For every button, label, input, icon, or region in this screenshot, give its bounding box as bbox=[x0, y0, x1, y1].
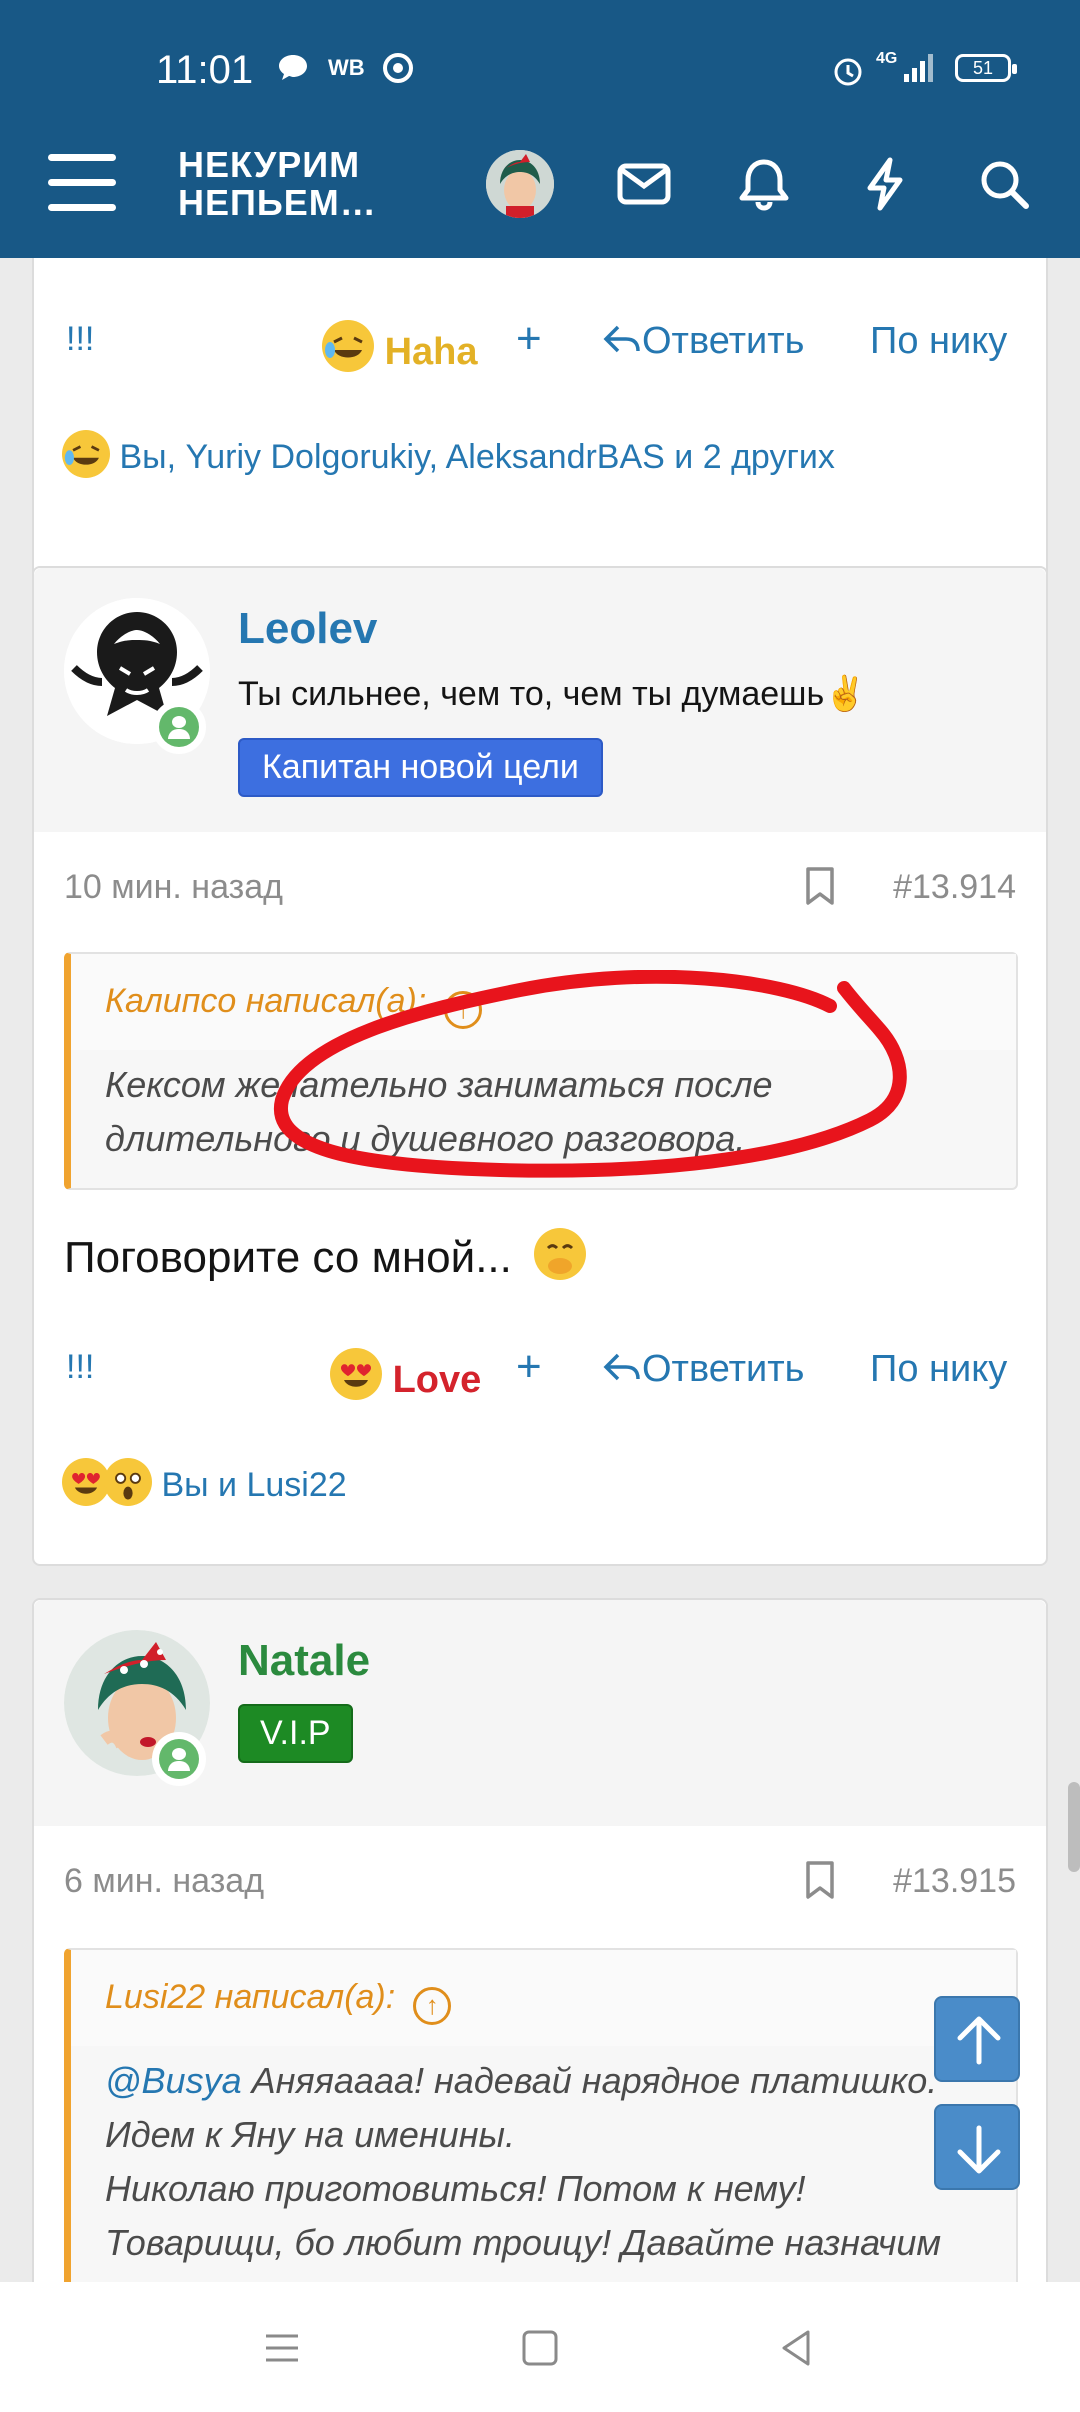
home-icon[interactable] bbox=[520, 2328, 560, 2368]
username[interactable]: Natale bbox=[238, 1636, 370, 1686]
quote-line-4: Товарищи, бо любит троицу! Давайте назна… bbox=[105, 2222, 942, 2263]
heart-eyes-emoji-icon bbox=[330, 1348, 382, 1400]
wb-icon: WB bbox=[328, 55, 365, 80]
reactions-summary[interactable]: Вы и Lusi22 bbox=[62, 1458, 347, 1506]
red-annotation-scribble bbox=[273, 970, 907, 1178]
add-reaction-button[interactable]: + bbox=[516, 314, 542, 364]
nav-bar: НЕКУРИМ НЕПЬЕМ… bbox=[0, 130, 1080, 258]
recent-apps-icon[interactable] bbox=[262, 2328, 302, 2368]
system-nav-bar bbox=[0, 2282, 1080, 2412]
reactions-text: Вы и Lusi22 bbox=[161, 1466, 347, 1504]
app-header: 11:01 WB 4G 51 НЕКУРИМ НЕПЬЕМ… bbox=[0, 0, 1080, 258]
status-bar: 11:01 WB 4G 51 bbox=[0, 0, 1080, 130]
reply-button[interactable]: Ответить bbox=[602, 1348, 804, 1391]
status-time: 11:01 bbox=[156, 48, 254, 92]
hand-over-mouth-emoji-icon bbox=[534, 1228, 587, 1280]
bang-button[interactable]: !!! bbox=[66, 1348, 94, 1387]
scroll-down-button[interactable] bbox=[934, 2104, 1020, 2190]
alarm-icon bbox=[830, 52, 866, 95]
post-number[interactable]: #13.915 bbox=[893, 1862, 1016, 1901]
post-actions: !!! Love + Ответить По нику bbox=[34, 1342, 1046, 1408]
search-icon[interactable] bbox=[976, 156, 1036, 212]
laughing-emoji-icon bbox=[322, 320, 374, 372]
menu-icon[interactable] bbox=[48, 154, 116, 212]
post-message: Поговорите со мной... bbox=[64, 1228, 587, 1283]
post-number[interactable]: #13.914 bbox=[893, 868, 1016, 907]
by-nick-button[interactable]: По нику bbox=[870, 1348, 1007, 1391]
heart-eyes-emoji-icon bbox=[62, 1458, 110, 1506]
post-time[interactable]: 10 мин. назад bbox=[64, 868, 283, 907]
message-text: Поговорите со мной... bbox=[64, 1233, 512, 1282]
network-label: 4G bbox=[876, 50, 898, 67]
reactions-text: Вы, Yuriy Dolgorukiy, AleksandrBAS и 2 д… bbox=[119, 438, 835, 476]
laughing-emoji-icon bbox=[62, 430, 110, 478]
post-time[interactable]: 6 мин. назад bbox=[64, 1862, 264, 1901]
online-status-icon bbox=[152, 1732, 206, 1786]
bookmark-icon[interactable] bbox=[804, 866, 836, 906]
user-avatar[interactable] bbox=[486, 150, 554, 218]
reactions-summary[interactable]: Вы, Yuriy Dolgorukiy, AleksandrBAS и 2 д… bbox=[62, 430, 835, 478]
user-badge: V.I.P bbox=[238, 1704, 353, 1763]
reaction-label: Love bbox=[392, 1359, 482, 1401]
quote-line-1: Аняяаааа! надевай нарядное платишко. bbox=[241, 2060, 938, 2101]
astonished-emoji-icon bbox=[104, 1458, 152, 1506]
quote-line-3: Николаю приготовиться! Потом к нему! bbox=[105, 2168, 806, 2209]
battery-indicator: 51 bbox=[955, 54, 1017, 82]
chrome-icon bbox=[382, 52, 414, 91]
user-badge: Капитан новой цели bbox=[238, 738, 603, 797]
username[interactable]: Leolev bbox=[238, 604, 377, 654]
quote-author[interactable]: Lusi22 написал(а): ↑ bbox=[71, 1950, 1016, 2046]
quote-text: @Busya Аняяаааа! надевай нарядное платиш… bbox=[71, 2046, 1016, 2270]
back-icon[interactable] bbox=[776, 2328, 816, 2368]
quote-line-2: Идем к Яну на именины. bbox=[105, 2114, 515, 2155]
bell-icon[interactable] bbox=[734, 156, 794, 212]
bookmark-icon[interactable] bbox=[804, 1860, 836, 1900]
mention-link[interactable]: @Busya bbox=[105, 2060, 242, 2101]
site-logo[interactable]: НЕКУРИМ НЕПЬЕМ… bbox=[178, 146, 377, 222]
mail-icon[interactable] bbox=[614, 156, 674, 212]
reply-label: Ответить bbox=[642, 1348, 805, 1390]
bang-button[interactable]: !!! bbox=[66, 320, 94, 359]
scrollbar-thumb[interactable] bbox=[1068, 1782, 1080, 1872]
add-reaction-button[interactable]: + bbox=[516, 1342, 542, 1392]
lightning-icon[interactable] bbox=[856, 156, 916, 212]
thread-content: !!! Haha + Ответить По нику Вы, Yuriy Do… bbox=[0, 258, 1080, 2282]
scroll-up-button[interactable] bbox=[934, 1996, 1020, 2082]
signal-icon bbox=[902, 52, 936, 91]
brand-line-1: НЕКУРИМ bbox=[178, 144, 361, 185]
reply-label: Ответить bbox=[642, 320, 805, 362]
by-nick-button[interactable]: По нику bbox=[870, 320, 1007, 363]
online-status-icon bbox=[152, 700, 206, 754]
post-author: Leolev Ты сильнее, чем то, чем ты думаеш… bbox=[34, 568, 1046, 832]
user-title: Ты сильнее, чем то, чем ты думаешь✌️ bbox=[238, 675, 867, 713]
arrow-up-circle-icon[interactable]: ↑ bbox=[413, 1987, 452, 2025]
chat-bubble-icon bbox=[276, 52, 310, 89]
reply-button[interactable]: Ответить bbox=[602, 320, 804, 363]
reaction-button[interactable]: Love bbox=[330, 1348, 481, 1402]
brand-line-2: НЕПЬЕМ… bbox=[178, 182, 377, 223]
reaction-label: Haha bbox=[384, 331, 478, 373]
post-actions: !!! Haha + Ответить По нику bbox=[34, 314, 1046, 380]
post-author: Natale V.I.P bbox=[34, 1600, 1046, 1826]
post-card-natale: Natale V.I.P 6 мин. назад #13.915 Lusi22… bbox=[32, 1598, 1048, 2282]
quote-author-text: Lusi22 написал(а): bbox=[105, 1978, 396, 2016]
reaction-button[interactable]: Haha bbox=[322, 320, 477, 374]
quote-block: Lusi22 написал(а): ↑ @Busya Аняяаааа! над… bbox=[64, 1948, 1018, 2282]
